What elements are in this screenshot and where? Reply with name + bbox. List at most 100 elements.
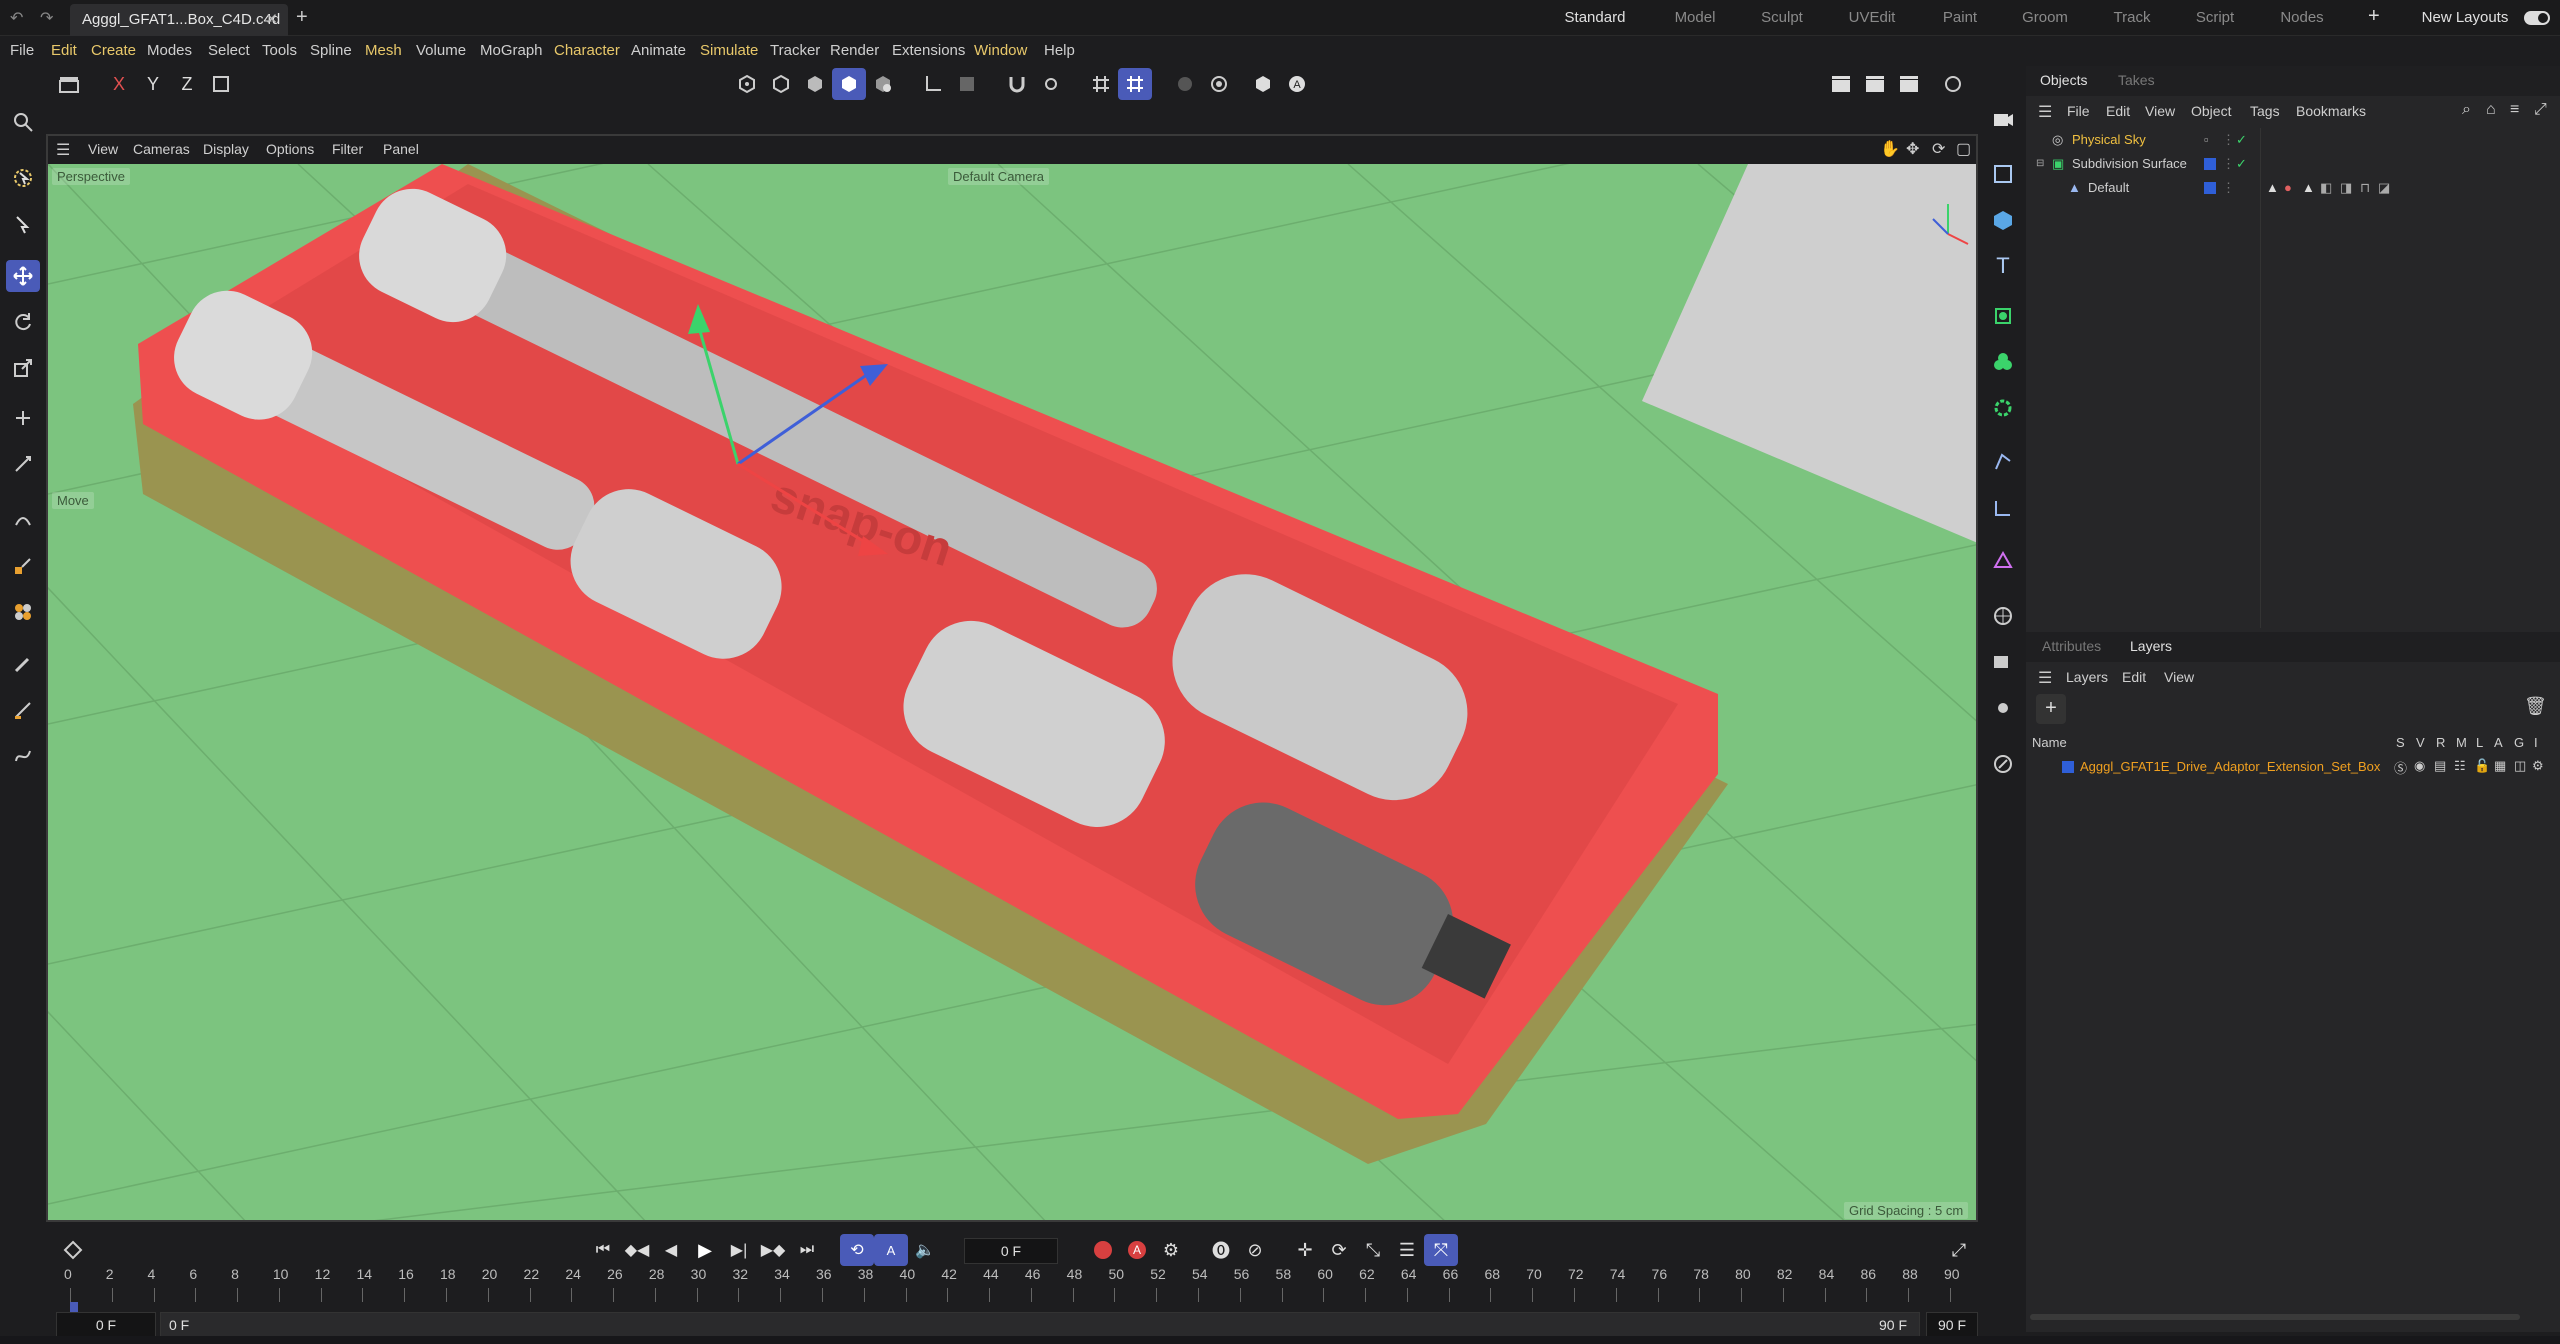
solo-toggle-icon[interactable]: Ⓢ [2394,758,2407,777]
object-row-default[interactable]: ▲ Default ⋮ ▲ ● ▲ ◧ ◨ ⊓ ◪ [2026,176,2560,200]
light-icon[interactable] [1986,692,2020,724]
deformer-icon[interactable] [1986,446,2020,478]
objects-filter-icon[interactable]: ≡ [2510,101,2519,119]
null-object-icon[interactable] [1986,158,2020,190]
cube-icon[interactable] [1986,204,2020,236]
play-icon[interactable]: ▶ [688,1234,722,1266]
timeline-ruler[interactable]: 0 2 4 6 8 10 12 14 16 18 20 22 24 26 28 30 32 34 36 38 40 42 4… [64,1266,1960,1316]
layer-row[interactable]: Agggl_GFAT1E_Drive_Adaptor_Extension_Set… [2026,756,2560,778]
keyframe-settings-icon[interactable]: ⚙ [1154,1234,1188,1266]
vp-menu-filter[interactable]: Filter [332,136,363,164]
menu-help[interactable]: Help [1044,36,1075,66]
texture-tag-icon[interactable]: ◧ [2320,176,2332,200]
delete-layer-icon[interactable]: 🗑 [2524,696,2547,717]
axis-mode-icon[interactable] [916,68,950,100]
view-toggle-icon[interactable]: ◉ [2414,758,2425,774]
obj-menu-bookmarks[interactable]: Bookmarks [2296,103,2366,119]
enabled-check-icon[interactable]: ✓ [2236,152,2247,176]
menu-create[interactable]: Create [91,36,136,66]
symmetry-icon[interactable] [1202,68,1236,100]
enabled-check-icon[interactable]: ✓ [2236,128,2247,152]
mograph-cloner-icon[interactable] [1986,346,2020,378]
visibility-dots[interactable]: ⋮ [2222,176,2235,200]
tab-attributes[interactable]: Attributes [2042,632,2101,660]
orbit-icon[interactable]: ⟳ [1932,139,1945,159]
generator-toggle-icon[interactable]: ◫ [2514,758,2526,774]
timeline-expand-icon[interactable]: ⤢ [1942,1234,1976,1266]
menu-mesh[interactable]: Mesh [365,36,402,66]
sound-icon[interactable]: 🔈 [908,1234,942,1266]
enable-snap-icon[interactable] [950,68,984,100]
menu-animate[interactable]: Animate [631,36,686,66]
previous-frame-icon[interactable]: ◀ [654,1234,688,1266]
next-key-icon[interactable]: ▶◆ [756,1234,790,1266]
lock-toggle-icon[interactable]: 🔓 [2474,758,2490,774]
collapse-icon[interactable]: ⊟ [2036,152,2044,176]
points-mode-icon[interactable] [730,68,764,100]
layout-tab-groom[interactable]: Groom [2005,0,2085,36]
tab-objects[interactable]: Objects [2040,66,2087,94]
viewport-sync-icon[interactable] [1936,68,1970,100]
document-tab[interactable]: Agggl_GFAT1...Box_C4D.c4d ✕ [70,4,288,36]
deformer-toggle-icon[interactable]: ⚙ [2532,758,2544,774]
text-object-icon[interactable]: T [1986,250,2020,282]
uvw-tag-icon[interactable]: ⊓ [2360,176,2370,200]
menu-extensions[interactable]: Extensions [892,36,965,66]
layout-tab-paint[interactable]: Paint [1920,0,2000,36]
render-view-icon[interactable] [1246,68,1280,100]
move-tool-icon[interactable] [6,260,40,292]
menu-character[interactable]: Character [554,36,620,66]
placement-tool-icon[interactable] [6,448,40,480]
object-name[interactable]: Subdivision Surface [2072,152,2187,176]
subdivision-surface-icon[interactable] [1986,300,2020,332]
playback-range-icon[interactable]: A [874,1234,908,1266]
effector-icon[interactable] [1986,392,2020,424]
search-icon[interactable] [6,106,40,138]
layout-tab-track[interactable]: Track [2092,0,2172,36]
menu-tools[interactable]: Tools [262,36,297,66]
object-row-subdivision-surface[interactable]: ⊟ ▣ Subdivision Surface ⋮ ✓ [2026,152,2560,176]
start-frame-field[interactable]: 0 F [56,1312,156,1338]
texture-tag-icon[interactable]: ◨ [2340,176,2352,200]
phong-tag-icon[interactable]: ▲ [2266,176,2279,200]
layers-menu-edit[interactable]: Edit [2122,669,2146,685]
loop-icon[interactable]: ⟲ [840,1234,874,1266]
layer-color-swatch[interactable] [2204,182,2216,194]
layers-menu-layers[interactable]: Layers [2066,669,2108,685]
vp-menu-panel[interactable]: Panel [383,136,419,164]
tab-layers[interactable]: Layers [2130,632,2172,660]
objects-search-icon[interactable]: ⌕ [2462,101,2471,119]
close-tab-icon[interactable]: ✕ [265,4,278,36]
go-to-end-icon[interactable]: ⏭ [790,1234,824,1266]
dolly-icon[interactable]: ✥ [1906,139,1919,159]
clapboard-icon[interactable] [52,68,86,100]
polygons-mode-icon[interactable] [798,68,832,100]
layout-tab-model[interactable]: Model [1655,0,1735,36]
material-tag-icon[interactable]: ● [2284,176,2292,200]
objects-menu-icon[interactable]: ☰ [2038,102,2052,122]
obj-menu-edit[interactable]: Edit [2106,103,2130,119]
object-row-physical-sky[interactable]: ◎ Physical Sky ▫ ⋮ ✓ [2026,128,2560,152]
viewport[interactable]: ☰ View Cameras Display Options Filter Pa… [46,134,1978,1222]
paint-brush-icon[interactable] [6,648,40,680]
grid-snap-icon[interactable] [1118,68,1152,100]
material-tag-icon[interactable]: ▲ [2302,176,2315,200]
objects-expand-icon[interactable]: ⤢ [2534,101,2547,119]
camera-object-icon[interactable] [1986,104,2020,136]
menu-simulate[interactable]: Simulate [700,36,758,66]
spline-smooth-icon[interactable] [6,740,40,772]
render-active-view-icon[interactable] [1824,68,1858,100]
object-name[interactable]: Default [2088,176,2129,200]
layout-tab-uvedit[interactable]: UVEdit [1832,0,1912,36]
add-layer-button[interactable]: + [2036,694,2066,724]
select-icon[interactable] [6,162,40,194]
previous-key-icon[interactable]: ◆◀ [620,1234,654,1266]
live-selection-icon[interactable] [6,208,40,240]
record-icon[interactable] [1086,1234,1120,1266]
render-settings-icon[interactable] [1892,68,1926,100]
z-axis-lock[interactable]: Z [170,68,204,100]
layer-color-swatch[interactable] [2204,158,2216,170]
range-slider[interactable]: 0 F 90 F [160,1312,1920,1338]
menu-file[interactable]: File [10,36,34,66]
vp-menu-display[interactable]: Display [203,136,249,164]
